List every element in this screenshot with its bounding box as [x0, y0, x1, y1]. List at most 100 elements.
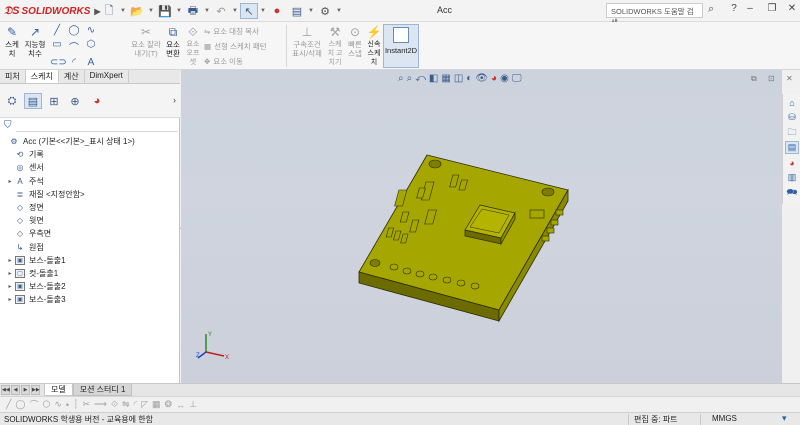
help-icon[interactable]: ? [726, 3, 742, 14]
trim-icon[interactable]: ✂ [83, 399, 91, 410]
chevron-down-icon[interactable]: ▼ [120, 8, 126, 14]
expand-arrow-icon[interactable]: ▸ [6, 270, 14, 277]
line-icon[interactable]: ╱ [50, 25, 64, 36]
rebuild-traffic-light-icon[interactable]: ● [268, 3, 286, 19]
dimxpert-manager-icon[interactable]: ⊕ [66, 93, 84, 109]
unit-system-selector[interactable]: MMGS [712, 414, 737, 423]
linear-pattern-icon[interactable]: ▦ [152, 399, 161, 410]
repair-sketch-button[interactable]: ⚒ 스케 치 고 치기 [325, 24, 345, 67]
display-manager-icon[interactable]: ◕ [88, 93, 106, 109]
filter-input[interactable] [16, 131, 178, 132]
appearances-icon[interactable]: ◕ [785, 156, 799, 169]
expand-arrow-icon[interactable]: ▸ [6, 283, 14, 290]
viewport-maximize-icon[interactable]: ⧉ [751, 74, 757, 84]
display-style-icon[interactable]: ◐ [466, 73, 472, 84]
viewport-close-icon[interactable]: ✕ [786, 74, 793, 83]
text-icon[interactable]: A [84, 57, 98, 68]
view-orientation-icon[interactable]: ◫ [454, 73, 463, 84]
trim-entities-button[interactable]: ✂ 요소 잘라 내기(T) [130, 24, 162, 59]
new-document-icon[interactable]: 🗋 [100, 3, 118, 19]
quick-snaps-button[interactable]: ⊙ 빠른 스냅 [346, 24, 364, 59]
extend-icon[interactable]: ⟶ [94, 399, 107, 410]
next-tab-icon[interactable]: ▶ [21, 385, 30, 395]
print-icon[interactable]: 🖶 [184, 3, 202, 19]
polygon-icon[interactable]: ⬡ [43, 399, 51, 410]
section-view-icon[interactable]: ◧ [429, 73, 438, 84]
graphics-area[interactable] [181, 70, 782, 383]
viewport-restore-icon[interactable]: ⊡ [768, 74, 775, 83]
chevron-right-icon[interactable]: › [173, 95, 176, 105]
tab-motion-study[interactable]: 모션 스터디 1 [72, 384, 133, 396]
view-settings-icon[interactable]: 🖵 [512, 73, 522, 84]
polygon-icon[interactable]: ⬡ [84, 39, 98, 54]
tree-item[interactable]: ◇ 우측면 [0, 227, 180, 240]
tree-item[interactable]: ▸ A 주석 [0, 175, 180, 188]
point-icon[interactable]: • [66, 400, 69, 410]
chevron-down-icon[interactable]: ▼ [148, 8, 154, 14]
save-icon[interactable]: 💾 [156, 3, 174, 19]
tab-dimxpert[interactable]: DimXpert [85, 70, 129, 83]
slot-icon[interactable]: ⊂⊃ [50, 57, 67, 68]
search-icon[interactable]: ⌕ [708, 3, 714, 16]
zoom-area-icon[interactable]: ⌕ [407, 73, 413, 84]
arc-icon[interactable]: ⌒ [67, 39, 81, 54]
sketch-button[interactable]: ✎ 스케 치 [2, 24, 22, 59]
tree-item[interactable]: ▸ ▢ 컷-돌출1 [0, 267, 180, 280]
design-library-icon[interactable]: ⛁ [785, 111, 799, 124]
view-palette-icon[interactable]: ▤ [785, 141, 799, 154]
tree-item[interactable]: ◇ 윗면 [0, 214, 180, 227]
customize-icon[interactable]: ▾ [782, 413, 787, 424]
part-model[interactable] [181, 70, 782, 383]
tree-item[interactable]: ⟲ 기록 [0, 148, 180, 161]
offset-icon[interactable]: ⟐ [111, 399, 118, 410]
fillet-icon[interactable]: ◜ [67, 57, 81, 68]
expand-arrow-icon[interactable]: ▸ [6, 178, 14, 185]
tree-item[interactable]: ▸ ▣ 보스-돌출3 [0, 293, 180, 306]
gear-icon[interactable]: ⚙ [316, 3, 334, 19]
chevron-down-icon[interactable]: ▼ [232, 8, 238, 14]
first-tab-icon[interactable]: ◀◀ [1, 385, 10, 395]
solidworks-logo[interactable]: 𝔇S SOLIDWORKS ▶ [4, 3, 101, 19]
hide-show-items-icon[interactable]: 👁 [475, 73, 488, 84]
dimension-icon[interactable]: ↔ [176, 400, 185, 410]
minimize-icon[interactable]: – [742, 3, 758, 14]
fillet-icon[interactable]: ◜ [134, 399, 138, 410]
forum-icon[interactable]: 🗪 [785, 186, 799, 199]
display-relations-button[interactable]: ⊥ 구속조건 표시/삭제 [290, 24, 324, 59]
rectangle-icon[interactable]: ▭ [50, 39, 64, 54]
smart-dimension-button[interactable]: ↗ 지능형 치수 [22, 24, 48, 59]
prev-tab-icon[interactable]: ◀ [11, 385, 20, 395]
property-manager-icon[interactable]: ▤ [24, 93, 42, 109]
offset-entities-button[interactable]: ⟐ 요소 오프 셋 [184, 24, 202, 67]
zoom-to-fit-icon[interactable]: ⌕ [398, 73, 404, 84]
previous-view-icon[interactable]: ⤺ [415, 73, 426, 84]
tree-item[interactable]: ◎ 센서 [0, 161, 180, 174]
tab-evaluate[interactable]: 계산 [59, 70, 85, 83]
chevron-down-icon[interactable]: ▼ [336, 8, 342, 14]
chevron-down-icon[interactable]: ▼ [308, 8, 314, 14]
spline-icon[interactable]: ∿ [84, 25, 98, 36]
dynamic-annotation-icon[interactable]: ▦ [441, 73, 450, 84]
help-search-input[interactable]: SOLIDWORKS 도움말 검색 [606, 3, 703, 27]
spline-icon[interactable]: ∿ [54, 399, 62, 410]
apply-scene-icon[interactable]: ◉ [500, 73, 509, 84]
circle-icon[interactable]: ◯ [67, 25, 81, 36]
arc-icon[interactable]: ⌒ [30, 398, 39, 411]
mirror-icon[interactable]: ⇋ [122, 399, 130, 410]
circular-pattern-icon[interactable]: ❂ [165, 399, 173, 410]
select-arrow-icon[interactable]: ↖ [240, 3, 258, 19]
convert-entities-button[interactable]: ⧉ 요소 변환 [163, 24, 183, 59]
relation-icon[interactable]: ⊥ [189, 399, 197, 410]
configuration-manager-icon[interactable]: ⊞ [45, 93, 63, 109]
tree-item[interactable]: ◇ 정면 [0, 201, 180, 214]
edit-appearance-icon[interactable]: ◕ [491, 73, 497, 84]
restore-icon[interactable]: ❐ [764, 3, 780, 14]
chevron-down-icon[interactable]: ▼ [260, 8, 266, 14]
chamfer-icon[interactable]: ◸ [141, 399, 148, 410]
tree-item[interactable]: ↳ 원점 [0, 241, 180, 254]
circle-icon[interactable]: ◯ [15, 399, 25, 410]
tab-model[interactable]: 모델 [44, 384, 73, 396]
instant2d-button[interactable]: Instant2D [383, 24, 419, 68]
linear-pattern-button[interactable]: ▦ 선형 스케치 패턴 [204, 41, 267, 52]
mirror-entities-button[interactable]: ⇋ 요소 대칭 복사 [204, 26, 259, 37]
